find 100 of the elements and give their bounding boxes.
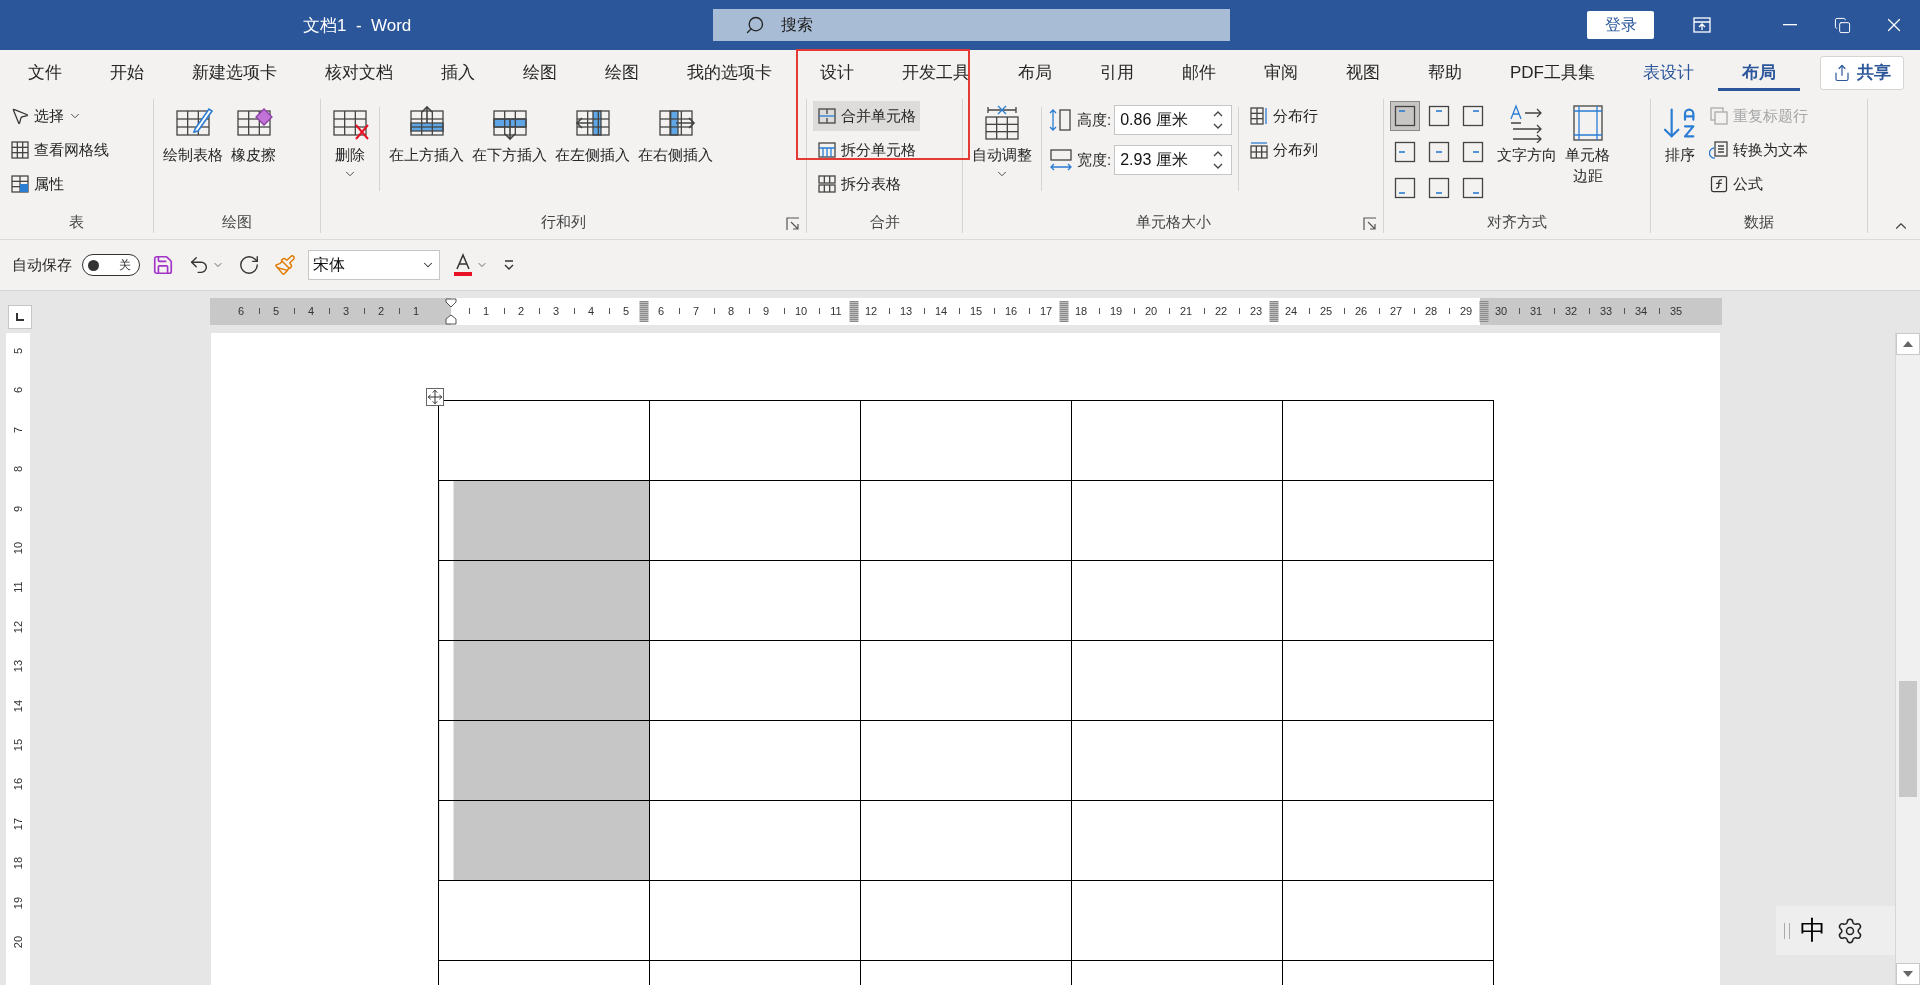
scroll-thumb[interactable] [1899, 681, 1917, 797]
column-width-icon [1048, 147, 1074, 173]
indent-marker[interactable] [445, 298, 457, 325]
column-marker[interactable] [849, 301, 858, 322]
ruler-number: 5 [272, 304, 280, 318]
vertical-scrollbar[interactable] [1895, 333, 1920, 985]
ribbon-button[interactable]: 绘制表格 [160, 99, 226, 168]
align-button[interactable] [1390, 101, 1420, 131]
ribbon-tab[interactable]: 文件 [4, 50, 86, 95]
row-height-icon [1048, 107, 1074, 133]
ribbon-tab[interactable]: 插入 [417, 50, 499, 95]
dialog-launcher[interactable] [1363, 217, 1377, 231]
ribbon-button[interactable]: 在上方插入 [386, 99, 467, 168]
ribbon-button[interactable]: 分布行 [1245, 101, 1323, 131]
ribbon-button[interactable]: 转换为文本 [1705, 135, 1812, 165]
field-label: 高度: [1077, 110, 1112, 130]
ime-mode-button[interactable]: 中 [1800, 913, 1826, 948]
ribbon-tab[interactable]: 我的选项卡 [663, 50, 796, 95]
pointer-icon [10, 106, 30, 126]
ruler-number: 6 [11, 387, 25, 394]
ribbon-tab[interactable]: PDF工具集 [1486, 50, 1619, 95]
ribbon-button[interactable]: 分布列 [1245, 135, 1323, 165]
dialog-launcher[interactable] [786, 217, 800, 231]
distribute-columns-icon [1249, 140, 1270, 160]
ribbon-button[interactable]: 查看网格线 [6, 135, 113, 165]
ribbon-tab[interactable]: 引用 [1076, 50, 1158, 95]
ribbon-button[interactable]: 自动调整 [969, 99, 1035, 185]
ruler-number: 5 [11, 347, 25, 355]
ribbon-button[interactable]: 合并单元格 [813, 101, 920, 131]
up-arrow-icon [1903, 341, 1913, 347]
ruler-number: 25 [1319, 304, 1333, 318]
column-marker[interactable] [639, 301, 648, 322]
number-box[interactable]: 0.86 厘米 [1114, 105, 1233, 135]
ribbon-tab[interactable]: 开始 [86, 50, 168, 95]
column-marker[interactable] [1059, 301, 1068, 322]
ribbon-button[interactable]: 公式 [1705, 169, 1812, 199]
ruler-number: 13 [899, 304, 913, 318]
sign-in-button[interactable]: 登录 [1587, 11, 1654, 39]
ruler-number: 7 [11, 426, 25, 433]
settings-icon[interactable] [1836, 916, 1864, 945]
spinner-icon[interactable] [1212, 109, 1225, 131]
ribbon-tab[interactable]: 绘图 [499, 50, 581, 95]
ribbon-tab[interactable]: 视图 [1322, 50, 1404, 95]
ribbon-button[interactable]: 橡皮擦 [228, 99, 279, 168]
ribbon-button[interactable]: 在右侧插入 [635, 99, 716, 168]
ruler-number: 4 [307, 304, 315, 318]
ribbon-tab[interactable]: 核对文档 [301, 50, 417, 95]
ruler-number: 11 [830, 304, 842, 318]
merge-cells-icon [817, 106, 837, 126]
ribbon-tab[interactable]: 绘图 [581, 50, 663, 95]
number-box[interactable]: 2.93 厘米 [1114, 145, 1233, 175]
gridlines-icon [10, 140, 30, 160]
ribbon-button[interactable]: 属性 [6, 169, 113, 199]
scroll-down-button[interactable] [1896, 963, 1920, 985]
drag-grip-icon [1784, 922, 1790, 939]
ribbon-button[interactable]: 选择 [6, 101, 113, 131]
ribbon-button[interactable]: 拆分表格 [813, 169, 920, 199]
spinner-icon[interactable] [1212, 149, 1225, 171]
format-painter-button[interactable] [272, 252, 298, 278]
ribbon-tab[interactable]: 开发工具 [878, 50, 994, 95]
ruler-number: 11 [11, 581, 25, 594]
number-field[interactable]: 2.93 厘米 [1118, 150, 1213, 170]
ribbon-button[interactable]: 在左侧插入 [552, 99, 633, 168]
ruler-number: 15 [11, 738, 25, 752]
tab-selector-button[interactable] [8, 305, 32, 329]
convert-to-text-icon [1709, 140, 1729, 160]
field-label: 宽度: [1077, 150, 1112, 170]
ribbon-tab[interactable]: 布局 [1718, 50, 1800, 95]
ribbon-tab[interactable]: 设计 [796, 50, 878, 95]
group-label: 合并 [869, 212, 900, 232]
ruler-number: 6 [237, 304, 245, 318]
ribbon-button[interactable]: 拆分单元格 [813, 135, 920, 165]
ribbon-tab[interactable]: 审阅 [1240, 50, 1322, 95]
ruler-number: 1 [482, 304, 490, 318]
ribbon-tab[interactable]: 帮助 [1404, 50, 1486, 95]
ribbon-tab[interactable]: 布局 [994, 50, 1076, 95]
group-label: 行和列 [541, 212, 586, 232]
align-icon [1394, 177, 1416, 199]
number-field[interactable]: 0.86 厘米 [1118, 110, 1213, 130]
ribbon-tab[interactable]: 表设计 [1619, 50, 1718, 95]
ribbon-button[interactable]: 在下方插入 [469, 99, 550, 168]
autosave-toggle[interactable]: 关 [82, 254, 140, 276]
ribbon-button[interactable]: 单元格 边距 [1562, 99, 1613, 189]
ribbon-tab[interactable]: 新建选项卡 [168, 50, 301, 95]
ribbon-tab[interactable]: 邮件 [1158, 50, 1240, 95]
column-marker[interactable] [1479, 301, 1488, 322]
scroll-up-button[interactable] [1896, 333, 1920, 355]
search-field[interactable]: 搜索 [779, 15, 1230, 35]
ruler-number: 31 [1529, 304, 1543, 318]
ribbon-button[interactable]: 排序 [1657, 99, 1703, 168]
ruler-number: 16 [1004, 304, 1018, 318]
ribbon-button[interactable]: 删除 [327, 99, 373, 185]
column-marker[interactable] [1269, 301, 1278, 322]
ribbon-button[interactable]: 文字方向 [1494, 99, 1560, 168]
search-box[interactable]: 搜索 [713, 9, 1230, 41]
share-button[interactable]: 共享 [1820, 55, 1904, 90]
font-select[interactable]: 宋体 [308, 250, 440, 280]
table-move-handle[interactable] [426, 388, 444, 406]
ruler-number: 23 [1249, 304, 1263, 318]
group-label: 数据 [1744, 212, 1774, 232]
